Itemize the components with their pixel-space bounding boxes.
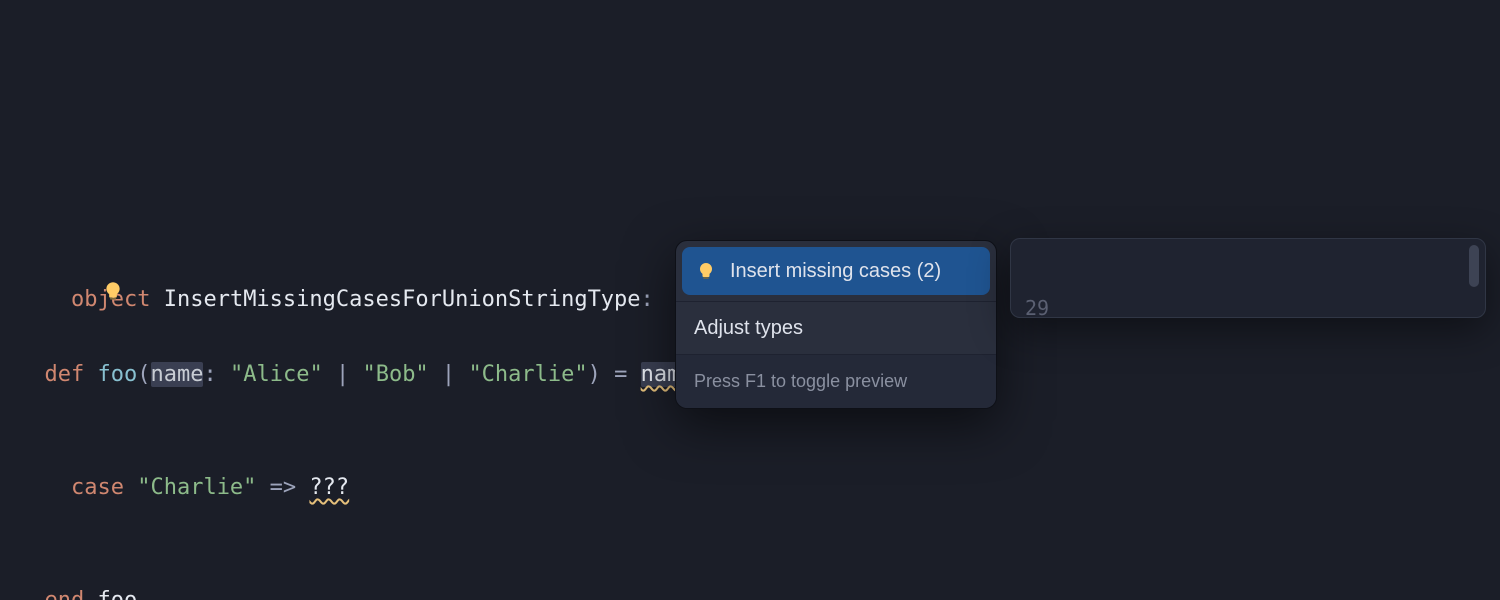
- lightbulb-icon: [694, 259, 718, 283]
- quickfix-popup: Insert missing cases (2) Adjust types Pr…: [675, 240, 997, 409]
- quickfix-item-label: Adjust types: [694, 317, 803, 340]
- placeholder: ???: [309, 475, 349, 500]
- preview-line: 29 case "Alice" => ???: [1011, 289, 1485, 318]
- code-line: end foo: [18, 582, 773, 600]
- code-line: def foo(name: "Alice" | "Bob" | "Charlie…: [18, 356, 773, 394]
- quickfix-footer-hint: Press F1 to toggle preview: [676, 354, 996, 408]
- keyword-object-rest: ject: [97, 287, 150, 312]
- scrollbar-thumb[interactable]: [1469, 245, 1479, 287]
- type-name: InsertMissingCasesForUnionStringType: [164, 287, 641, 312]
- quickfix-item-label: Insert missing cases (2): [730, 260, 941, 283]
- code-editor[interactable]: object InsertMissingCasesForUnionStringT…: [18, 168, 773, 600]
- keyword-def: def: [45, 362, 85, 387]
- line-number: 29: [1025, 289, 1061, 318]
- code-line: object InsertMissingCasesForUnionStringT…: [18, 243, 773, 281]
- quickfix-item-insert-missing-cases[interactable]: Insert missing cases (2): [682, 247, 990, 295]
- keyword-end: end: [45, 588, 85, 600]
- keyword-case: case: [71, 475, 124, 500]
- lightbulb-icon[interactable]: [23, 239, 47, 263]
- param-name: name: [151, 362, 204, 387]
- quickfix-preview-panel: 29 case "Alice" => ??? 30 case "Bob" => …: [1010, 238, 1486, 318]
- code-line: case "Charlie" => ???: [18, 469, 773, 507]
- function-name: foo: [98, 362, 138, 387]
- quickfix-item-adjust-types[interactable]: Adjust types: [676, 302, 996, 354]
- keyword-object: ob: [71, 287, 98, 312]
